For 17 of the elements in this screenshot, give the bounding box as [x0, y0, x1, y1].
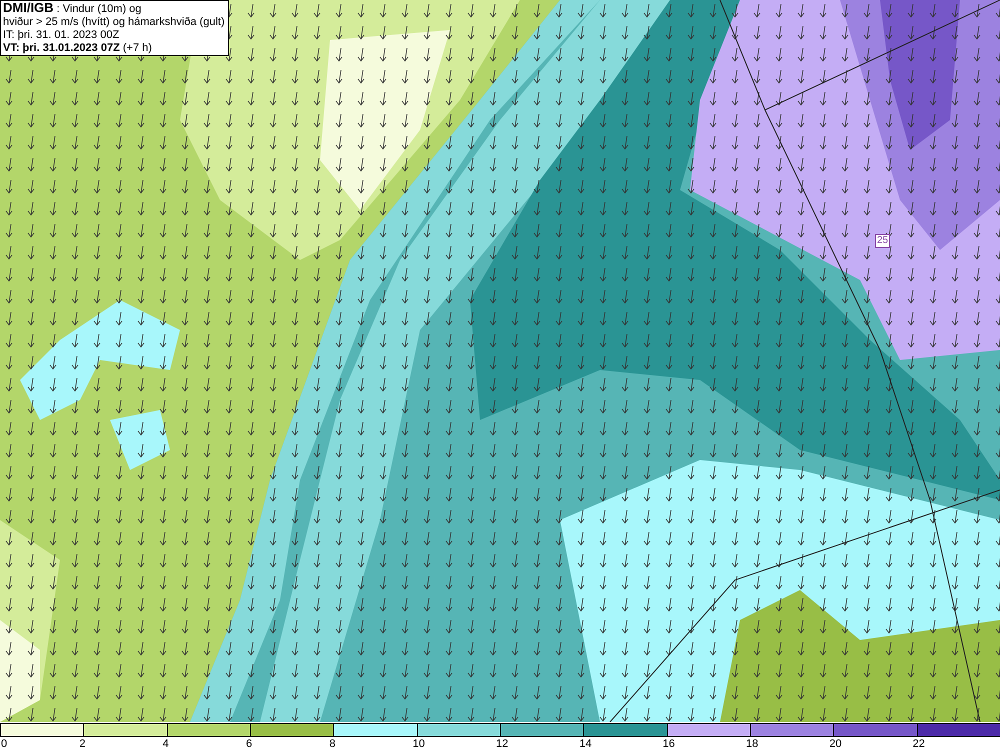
legend-tick-label: 8 — [329, 737, 336, 751]
legend-tick-label: 0 — [1, 737, 8, 751]
legend-tick-label: 4 — [162, 737, 169, 751]
legend-tick-label: 6 — [246, 737, 252, 751]
legend-tick-label: 22 — [912, 737, 925, 751]
legend-tick-label: 20 — [829, 737, 842, 751]
legend-tick-label: 16 — [662, 737, 675, 751]
contour-label: 25 — [875, 234, 890, 248]
info-line: hviður > 25 m/s (hvítt) og hámarkshviða (gult) — [3, 16, 226, 29]
info-line: VT: þri. 31.01.2023 07Z (+7 h) — [3, 42, 153, 55]
info-line: IT: þri. 31. 01. 2023 00Z — [3, 29, 120, 42]
legend-tick-label: 10 — [412, 737, 425, 751]
legend-tick-label: 18 — [746, 737, 758, 751]
legend-tick-label: 12 — [496, 737, 508, 751]
info-line: DMI/IGB : Vindur (10m) og — [3, 1, 142, 16]
legend-tick-label: 14 — [579, 737, 592, 751]
legend-tick-label: 2 — [79, 737, 86, 751]
